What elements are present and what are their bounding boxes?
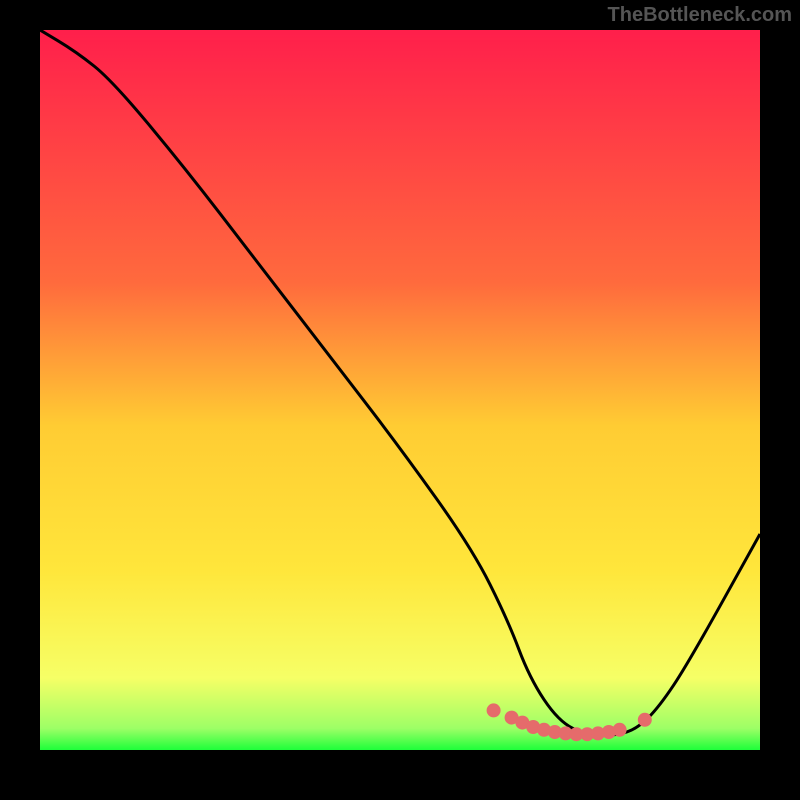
highlight-dot	[487, 703, 501, 717]
chart-background	[40, 30, 760, 750]
plot-frame	[40, 30, 760, 750]
chart-svg	[40, 30, 760, 750]
watermark-text: TheBottleneck.com	[608, 4, 792, 27]
highlight-dot	[613, 723, 627, 737]
highlight-dot	[638, 713, 652, 727]
